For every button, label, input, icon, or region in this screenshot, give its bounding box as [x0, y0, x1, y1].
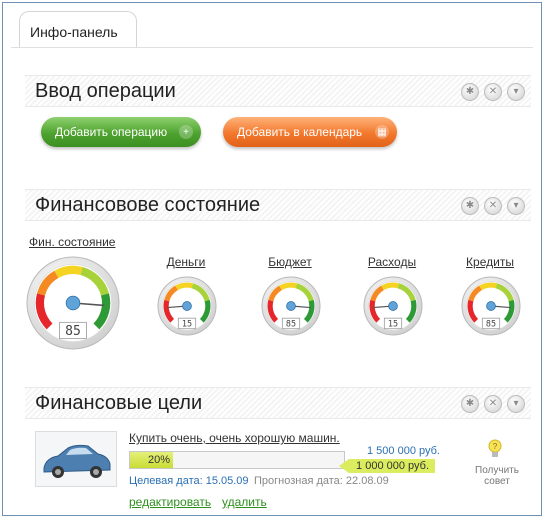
section-title: Ввод операции	[35, 80, 176, 102]
chevron-down-icon[interactable]: ▾	[507, 83, 525, 101]
add-calendar-label: Добавить в календарь	[237, 125, 363, 139]
gear-icon[interactable]: ✱	[461, 395, 479, 413]
goal-target-date: Целевая дата: 15.05.09	[129, 475, 249, 487]
close-icon[interactable]: ✕	[484, 197, 502, 215]
main-gauge: 85	[26, 256, 120, 350]
tab-label: Инфо-панель	[30, 24, 118, 40]
lightbulb-icon[interactable]: ?	[487, 439, 503, 459]
add-operation-label: Добавить операцию	[55, 125, 168, 139]
gauge-value: 15	[388, 318, 398, 328]
get-advice-link[interactable]: Получить совет	[467, 465, 527, 487]
gauge-arc-segment	[54, 265, 83, 279]
add-operation-button[interactable]: Добавить операцию +	[41, 117, 201, 147]
gauge-label-credits[interactable]: Кредиты	[450, 255, 530, 269]
close-icon[interactable]: ✕	[484, 83, 502, 101]
gauge-value: 85	[286, 318, 296, 328]
gauge-hub	[388, 301, 398, 311]
add-to-calendar-button[interactable]: Добавить в календарь ▦	[223, 117, 397, 147]
financial-state-link[interactable]: Фин. состояние	[29, 235, 115, 249]
section-header-goals: Финансовые цели ✱ ✕ ▾	[25, 387, 531, 419]
gauge-hub	[65, 295, 81, 311]
plus-icon: +	[179, 125, 193, 139]
section-header-operations: Ввод операции ✱ ✕ ▾	[25, 75, 531, 107]
gauge-label-budget[interactable]: Бюджет	[250, 255, 330, 269]
section-title: Финансовые цели	[35, 392, 203, 414]
gauge-arc-segment	[381, 282, 400, 291]
gauge-hub	[286, 301, 296, 311]
money-gauge: 15	[157, 276, 217, 336]
goal-forecast-date: Прогнозная дата: 22.08.09	[254, 475, 389, 487]
section-controls: ✱ ✕ ▾	[461, 197, 525, 215]
goal-current-amount: 1 000 000 руб.	[339, 459, 435, 473]
gauge-arc-segment	[175, 282, 194, 291]
gauge-hub	[182, 301, 192, 311]
goal-car-image	[35, 431, 117, 487]
goal-target-amount: 1 500 000 руб.	[367, 445, 440, 457]
goal-progress-label: 20%	[148, 454, 171, 466]
section-title: Финансовове состояние	[35, 194, 261, 216]
gauge-label-expenses[interactable]: Расходы	[352, 255, 432, 269]
goal-progress-bar: 20%	[129, 451, 345, 469]
budget-gauge: 85	[261, 276, 321, 336]
credits-gauge: 85	[461, 276, 521, 336]
gauge-value: 85	[65, 324, 81, 339]
tab-info-panel[interactable]: Инфо-панель	[19, 11, 137, 47]
gear-icon[interactable]: ✱	[461, 197, 479, 215]
goal-title-link[interactable]: Купить очень, очень хорошую машин.	[129, 431, 340, 445]
section-header-financial-state: Финансовове состояние ✱ ✕ ▾	[25, 189, 531, 221]
delete-goal-link[interactable]: удалить	[222, 495, 267, 509]
gauge-hub	[486, 301, 496, 311]
tab-divider	[11, 47, 533, 48]
gear-icon[interactable]: ✱	[461, 83, 479, 101]
gauge-value: 85	[486, 318, 496, 328]
svg-text:?: ?	[493, 442, 498, 451]
chevron-down-icon[interactable]: ▾	[507, 395, 525, 413]
gauge-label-money[interactable]: Деньги	[146, 255, 226, 269]
edit-goal-link[interactable]: редактировать	[129, 495, 211, 509]
calendar-icon: ▦	[375, 125, 389, 139]
gauge-arc-segment	[479, 282, 498, 291]
section-controls: ✱ ✕ ▾	[461, 395, 525, 413]
gauge-arc-segment	[279, 282, 298, 291]
close-icon[interactable]: ✕	[484, 395, 502, 413]
gauge-value: 15	[182, 318, 192, 328]
chevron-down-icon[interactable]: ▾	[507, 197, 525, 215]
section-controls: ✱ ✕ ▾	[461, 83, 525, 101]
expenses-gauge: 15	[363, 276, 423, 336]
dashboard-panel: Инфо-панель Ввод операции ✱ ✕ ▾ Добавить…	[2, 2, 542, 516]
